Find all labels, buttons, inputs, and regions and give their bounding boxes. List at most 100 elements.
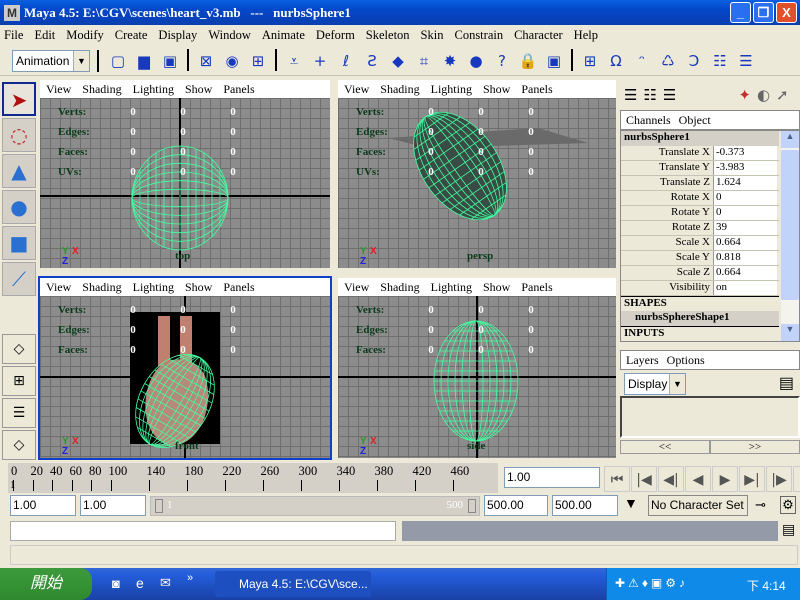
viewport-menu-panels[interactable]: Panels [223,280,254,295]
ipr-icon[interactable]: ● [464,49,488,73]
channel-value[interactable]: 0.664 [713,236,777,250]
layer-list[interactable] [620,396,800,438]
playback-end-field[interactable]: 500.00 [484,495,548,516]
restore-button[interactable]: ❐ [753,2,774,23]
render-icon[interactable]: ✸ [438,49,462,73]
attribute-icon[interactable]: Ↄ [682,49,706,73]
lasso-tool-icon[interactable]: ◌ [2,118,36,152]
character-set-field[interactable]: No Character Set [648,495,748,516]
layers-next-button[interactable]: >> [710,440,800,454]
viewport-menu-lighting[interactable]: Lighting [133,280,174,295]
menu-constrain[interactable]: Constrain [454,28,503,43]
channel-value[interactable]: 39 [713,221,777,235]
range-slider[interactable]: 1 500 [150,496,480,516]
viewport-canvas[interactable]: Verts: 0 0 0 Edges: 0 0 0 Faces: 0 0 0 side Y X Z [338,296,616,458]
menu-create[interactable]: Create [115,28,148,43]
go-to-start-button[interactable]: ⏮ [604,466,630,492]
shading-icon[interactable]: ◐ [757,86,770,104]
channel-name[interactable]: Translate Z [621,176,713,190]
time-slider[interactable]: 0 20 40 60 80 100 140 180 220 260 300 340 380 420 460 … [8,463,498,493]
viewport-menu-view[interactable]: View [46,82,71,97]
channel-value[interactable]: -3.983 [713,161,777,175]
show-desktop-icon[interactable]: ◙ [112,576,120,591]
viewport-menu-show[interactable]: Show [483,280,510,295]
channel-name[interactable]: Rotate X [621,191,713,205]
tab-channels[interactable]: Channels [626,113,671,128]
scroll-down-icon[interactable]: ▼ [781,324,799,341]
menu-skeleton[interactable]: Skeleton [366,28,410,43]
menu-window[interactable]: Window [208,28,251,43]
auto-key-icon[interactable]: ⊸ [755,497,766,513]
command-line-input[interactable] [10,521,396,541]
select-object-icon[interactable]: ◉ [220,49,244,73]
step-forward-frame-button[interactable]: ▶| [739,466,765,492]
range-end-handle[interactable] [468,499,476,513]
four-view-layout-icon[interactable]: ⊞ [2,366,36,396]
outliner-icon[interactable]: ⊞ [578,49,602,73]
save-scene-icon[interactable]: ▣ [158,49,182,73]
viewport-menu-shading[interactable]: Shading [82,82,121,97]
viewport-canvas[interactable]: Verts: 0 0 0 Edges: 0 0 0 Faces: 0 0 0 UVs: 0 0 0 persp Y… [338,98,616,268]
viewport-menu-view[interactable]: View [46,280,71,295]
manipulator-tool-icon[interactable]: ⟋ [2,262,36,296]
rotate-tool-icon[interactable]: ● [2,190,36,224]
hypergraph-icon[interactable]: Ω [604,49,628,73]
magnet-icon[interactable]: ♺ [656,49,680,73]
viewport-persp[interactable]: View Shading Lighting Show Panels Verts: 0 0 0 Ed… [336,78,618,270]
channel-value[interactable]: -0.373 [713,146,777,160]
select-tool-icon[interactable]: ➤ [2,82,36,116]
snap-curve-icon[interactable]: ℓ [334,49,358,73]
go-to-end-button[interactable]: ⏭ [793,466,800,492]
channel-box-scrollbar[interactable]: ▲ ▼ [781,131,799,341]
channel-name[interactable]: Translate Y [621,161,713,175]
channel-value[interactable]: 0 [713,206,777,220]
arrow-icon[interactable]: ➚ [776,86,789,104]
tray-icons[interactable]: ✚⚠♦▣⚙♪ [615,576,688,590]
quick-launch-more[interactable]: » [187,572,193,584]
snap-icon[interactable]: ⩡ [282,49,306,73]
menu-skin[interactable]: Skin [421,28,444,43]
viewport-side[interactable]: View Shading Lighting Show Panels Verts: 0 0 0 Ed… [336,276,618,460]
end-time-field[interactable]: 500.00 [552,495,618,516]
viewport-menu-shading[interactable]: Shading [380,82,419,97]
select-highlight-icon[interactable]: ▣ [542,49,566,73]
lock-icon[interactable]: 🔒 [516,49,540,73]
viewport-front[interactable]: View Shading Lighting Show Panels Verts: 0 0 0 Ed… [38,276,332,460]
viewport-menu-show[interactable]: Show [185,280,212,295]
snap-surface-icon[interactable]: ⌗ [412,49,436,73]
persp-layout-icon[interactable]: ◇ [2,430,36,460]
shape-name[interactable]: nurbsSphereShape1 [621,311,779,326]
channel-value[interactable]: 0.664 [713,266,777,280]
curve-icon[interactable]: ᵔ [630,49,654,73]
object-name[interactable]: nurbsSphere1 [621,131,779,146]
viewport-canvas[interactable]: Verts: 0 0 0 Edges: 0 0 0 Faces: 0 0 0 front Y X Z [40,296,330,458]
new-layer-icon[interactable]: ▤ [779,373,794,393]
outlook-icon[interactable]: ✉ [160,575,171,591]
channel-value[interactable]: on [713,281,777,295]
channel-value[interactable]: 0.818 [713,251,777,265]
viewport-menu-show[interactable]: Show [483,82,510,97]
scale-tool-icon[interactable]: ■ [2,226,36,260]
menu-deform[interactable]: Deform [316,28,355,43]
layers-prev-button[interactable]: << [620,440,710,454]
select-hierarchy-icon[interactable]: ⊠ [194,49,218,73]
viewport-menu-shading[interactable]: Shading [82,280,121,295]
tool-settings-toggle-icon[interactable]: ☰ [663,86,676,104]
menu-file[interactable]: File [4,28,23,43]
attribute-editor-toggle-icon[interactable]: ☷ [643,86,656,104]
channel-name[interactable]: Translate X [621,146,713,160]
menu-character[interactable]: Character [514,28,563,43]
viewport-canvas[interactable]: Verts: 0 0 0 Edges: 0 0 0 Faces: 0 0 0 UVs: 0 0 0 top Y X Z [40,98,330,268]
channel-name[interactable]: Scale X [621,236,713,250]
snap-plane-icon[interactable]: ◆ [386,49,410,73]
menu-display[interactable]: Display [158,28,197,43]
outliner-layout-icon[interactable]: ☰ [2,398,36,428]
channel-name[interactable]: Scale Z [621,266,713,280]
tab-options[interactable]: Options [667,353,705,368]
playback-start-field[interactable]: 1.00 [80,495,146,516]
channel-box-icon[interactable]: ☷ [708,49,732,73]
viewport-menu-panels[interactable]: Panels [223,82,254,97]
menu-set-dropdown[interactable]: Animation ▼ [12,49,90,72]
viewport-menu-panels[interactable]: Panels [521,82,552,97]
channel-name[interactable]: Rotate Y [621,206,713,220]
